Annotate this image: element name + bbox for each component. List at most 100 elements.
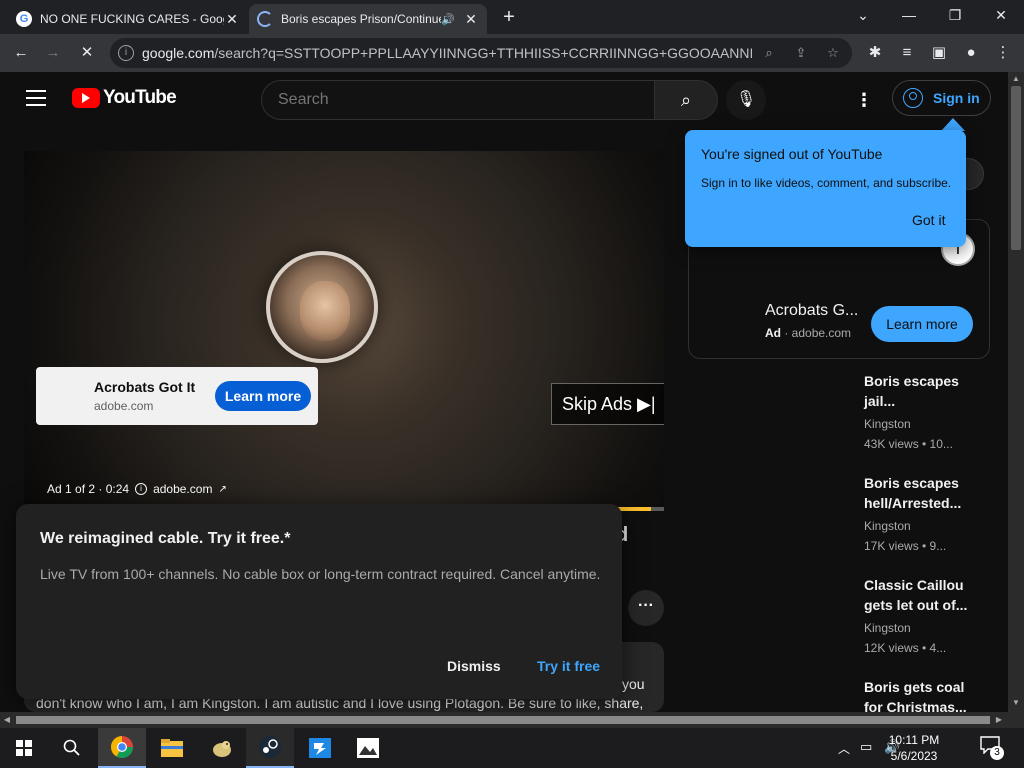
promo-title: We reimagined cable. Try it free.* xyxy=(40,530,291,547)
tab-close-icon[interactable]: ✕ xyxy=(224,11,240,28)
taskbar-clock[interactable]: 10:11 PM 5/6/2023 xyxy=(878,732,950,764)
taskbar-photos[interactable] xyxy=(344,728,392,768)
chrome-menu-icon[interactable]: ⋮ xyxy=(990,40,1016,66)
account-circle-icon xyxy=(903,88,923,108)
site-info-icon[interactable]: i xyxy=(118,45,134,61)
scroll-left-icon[interactable]: ◀ xyxy=(2,715,12,724)
ad-domain-link[interactable]: adobe.com xyxy=(153,482,212,496)
extensions-icon[interactable]: ✱ xyxy=(862,40,888,66)
search-zoom-icon[interactable]: ⌕ xyxy=(758,42,780,64)
recommended-video[interactable]: Boris escapes jail... Kingston 43K views… xyxy=(864,371,974,451)
settings-menu-icon[interactable]: ⋮ xyxy=(852,86,876,114)
url-path: /search?q=SSTTOOPP+PPLLAAYYIINNGG+TTHHII… xyxy=(214,45,752,61)
tab-search-button[interactable]: ⌄ xyxy=(840,0,886,30)
sign-in-button[interactable]: Sign in xyxy=(892,80,991,116)
new-tab-button[interactable]: + xyxy=(497,6,521,30)
tooltip-body: Sign in to like videos, comment, and sub… xyxy=(701,176,952,190)
speaker-icon[interactable]: 🔊 xyxy=(441,13,455,26)
taskbar-app-bird[interactable] xyxy=(198,728,246,768)
close-window-button[interactable]: ✕ xyxy=(978,0,1024,30)
rec-channel: Kingston xyxy=(864,417,911,431)
remote-app-icon xyxy=(309,738,331,758)
side-panel-icon[interactable]: ▣ xyxy=(926,40,952,66)
ad-learn-more-button[interactable]: Learn more xyxy=(215,381,311,411)
url-text[interactable]: google.com/search?q=SSTTOOPP+PPLLAAYYIIN… xyxy=(142,45,752,61)
tab-google-search[interactable]: G NO ONE FUCKING CARES - Google Search ✕ xyxy=(8,4,248,34)
rec-meta: 12K views • 4... xyxy=(864,641,947,655)
search-button[interactable]: ⌕ xyxy=(654,80,718,120)
hamburger-menu-icon[interactable] xyxy=(26,90,46,106)
show-hidden-icons-icon[interactable]: ︿ xyxy=(838,740,850,757)
url-domain: google.com xyxy=(142,45,215,61)
ad-overlay-card[interactable]: Acrobats Got It adobe.com Learn more xyxy=(36,367,318,425)
recommended-video[interactable]: Classic Caillou gets let out of... Kings… xyxy=(864,575,974,655)
taskbar-steam[interactable] xyxy=(246,728,294,768)
search-icon xyxy=(63,739,80,756)
more-actions-button[interactable]: ··· xyxy=(628,590,664,626)
profile-icon[interactable]: ● xyxy=(958,40,984,66)
minimize-button[interactable]: — xyxy=(886,0,932,30)
bookmark-star-icon[interactable]: ☆ xyxy=(822,42,844,64)
forward-button[interactable]: → xyxy=(40,40,66,66)
external-link-icon: ↗ xyxy=(218,483,227,495)
taskbar-chrome[interactable] xyxy=(98,728,146,768)
windows-logo-icon xyxy=(16,740,32,756)
ad-info-bar: Ad 1 of 2 · 0:24 i adobe.com ↗ xyxy=(47,482,227,496)
taskbar-search-button[interactable] xyxy=(48,728,96,768)
youtube-page: YouTube ⌕ 🎙 ⋮ Sign in Acrobats Got It ad… xyxy=(0,72,1008,712)
scroll-up-icon[interactable]: ▲ xyxy=(1008,74,1024,83)
clock-date: 5/6/2023 xyxy=(890,749,938,763)
action-center-button[interactable]: 3 xyxy=(980,736,1004,760)
scroll-right-icon[interactable]: ▶ xyxy=(994,715,1004,724)
rec-title-line2: hell/Arrested... xyxy=(864,495,962,511)
voice-search-button[interactable]: 🎙 xyxy=(726,80,766,120)
share-icon[interactable]: ⇪ xyxy=(790,42,812,64)
horizontal-scroll-thumb[interactable] xyxy=(16,716,990,724)
notification-count-badge: 3 xyxy=(990,746,1004,760)
promo-dismiss-button[interactable]: Dismiss xyxy=(447,658,501,674)
back-button[interactable]: ← xyxy=(8,40,34,66)
media-controls-icon[interactable]: ≡ xyxy=(894,40,920,66)
recommended-video[interactable]: Boris escapes hell/Arrested... Kingston … xyxy=(864,473,974,553)
promo-try-free-button[interactable]: Try it free xyxy=(537,658,600,674)
taskbar-app-blue[interactable] xyxy=(296,728,344,768)
rec-title-line2: for Christmas... xyxy=(864,699,967,712)
network-icon[interactable]: ▭ xyxy=(860,739,872,755)
info-icon[interactable]: i xyxy=(135,483,148,495)
sidebar-ad-domain: adobe.com xyxy=(791,326,852,340)
recommended-video[interactable]: Boris gets coal for Christmas... xyxy=(864,677,974,712)
windows-taskbar: ︿ ▭ 🔊 10:11 PM 5/6/2023 3 xyxy=(0,728,1024,768)
search-box[interactable] xyxy=(261,80,655,120)
youtube-logo[interactable]: YouTube xyxy=(72,87,177,109)
taskbar-file-explorer[interactable] xyxy=(148,728,196,768)
rec-title-line2: gets let out of... xyxy=(864,597,968,613)
start-button[interactable] xyxy=(0,728,48,768)
clock-time: 10:11 PM xyxy=(888,733,940,747)
ad-counter: Ad 1 of 2 · 0:24 xyxy=(47,482,130,496)
vertical-scrollbar[interactable]: ▲ ▼ xyxy=(1008,72,1024,712)
tooltip-got-it-button[interactable]: Got it xyxy=(912,212,945,228)
tab-strip: G NO ONE FUCKING CARES - Google Search ✕… xyxy=(0,0,1024,34)
promo-body: Live TV from 100+ channels. No cable box… xyxy=(40,566,601,582)
ad-card-domain: adobe.com xyxy=(94,399,154,413)
vertical-scroll-thumb[interactable] xyxy=(1011,86,1021,250)
chrome-icon xyxy=(111,736,133,758)
search-input[interactable] xyxy=(278,91,638,109)
horizontal-scrollbar[interactable]: ◀ ▶ xyxy=(0,712,1008,728)
video-frame-porthole xyxy=(266,251,378,363)
rec-meta: 17K views • 9... xyxy=(864,539,947,553)
sidebar-ad-title: Acrobats G... xyxy=(765,302,859,319)
stop-loading-button[interactable]: ✕ xyxy=(74,40,100,66)
rec-title-line1: Boris escapes xyxy=(864,373,959,389)
video-player[interactable]: Acrobats Got It adobe.com Learn more Ski… xyxy=(24,151,664,511)
scroll-down-icon[interactable]: ▼ xyxy=(1008,698,1024,707)
description-tail: you xyxy=(622,676,645,692)
steam-icon xyxy=(259,736,281,758)
skip-ads-button[interactable]: Skip Ads ▶| xyxy=(551,383,664,425)
sidebar-ad-learn-more-button[interactable]: Learn more xyxy=(871,306,973,342)
maximize-button[interactable]: ❐ xyxy=(932,0,978,30)
google-favicon-icon: G xyxy=(16,11,32,27)
address-bar[interactable]: i google.com/search?q=SSTTOOPP+PPLLAAYYI… xyxy=(110,38,852,68)
tab-youtube-video[interactable]: Boris escapes Prison/Continued 🔊 ✕ xyxy=(249,4,487,34)
tab-close-icon[interactable]: ✕ xyxy=(463,11,479,28)
